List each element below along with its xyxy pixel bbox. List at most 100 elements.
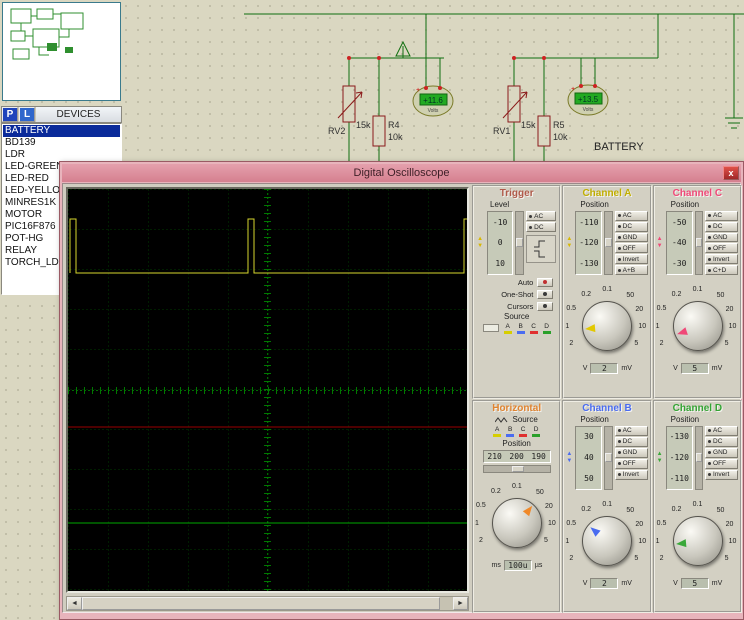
channel-a-invert-button[interactable]: Invert — [614, 254, 648, 265]
horizontal-source-d[interactable]: D — [532, 426, 541, 437]
down-arrow-icon[interactable]: ▼ — [566, 458, 573, 465]
channel-c-ac-button[interactable]: AC — [705, 211, 739, 221]
up-arrow-icon[interactable]: ▲ — [657, 236, 664, 243]
knob-pointer-icon — [675, 538, 687, 548]
pot-rv2[interactable] — [337, 85, 363, 123]
knob-scale-label: 2 — [569, 554, 574, 562]
channel-d-gnd-button[interactable]: GND — [705, 447, 739, 458]
channel-a-gnd-button[interactable]: GND — [614, 232, 648, 243]
resistor-r5[interactable] — [537, 115, 551, 147]
knob-dial[interactable] — [582, 515, 633, 566]
trigger-ac-button[interactable]: AC — [526, 211, 557, 221]
channel-c-off-button[interactable]: OFF — [705, 243, 739, 254]
knob-scale-label: 1 — [475, 519, 479, 527]
horizontal-source-b[interactable]: B — [506, 426, 515, 437]
unit-left-label: V — [582, 365, 588, 372]
up-arrow-icon[interactable]: ▲ — [657, 451, 664, 458]
trigger-cursors-button[interactable] — [537, 301, 554, 311]
library-button[interactable]: L — [19, 107, 35, 122]
scope-scrollbar[interactable]: ◄ ► — [66, 596, 469, 611]
channel-c-sum-button[interactable]: C+D — [705, 265, 739, 275]
knob-scale-label: 0.1 — [692, 286, 703, 293]
voltmeter-2[interactable]: +13.5 Volts + — [567, 84, 609, 116]
down-arrow-icon[interactable]: ▼ — [657, 243, 664, 250]
channel-a-sum-button[interactable]: A+B — [614, 265, 648, 275]
trigger-source-a[interactable]: A — [503, 323, 512, 334]
down-arrow-icon[interactable]: ▼ — [657, 458, 664, 465]
trigger-source-c[interactable]: C — [529, 323, 538, 334]
resistor-r4[interactable] — [372, 115, 386, 147]
channel-a-dc-button[interactable]: DC — [614, 221, 648, 232]
device-item[interactable]: LDR — [3, 149, 120, 161]
channel-b-invert-button[interactable]: Invert — [614, 469, 648, 480]
channel-b-gain-value: 2 — [590, 577, 619, 589]
knob-dial[interactable] — [492, 497, 542, 548]
channel-c-gain-knob[interactable]: 2 1 0.5 0.2 0.1 50 20 10 5 V 5 mV — [655, 278, 740, 374]
trigger-one-shot-button[interactable] — [537, 289, 554, 299]
trigger-edge-selector[interactable] — [526, 235, 557, 263]
timebase-value: 100u — [503, 559, 532, 571]
knob-dial[interactable] — [672, 301, 723, 351]
channel-c-position-slider[interactable] — [694, 211, 704, 275]
scrollbar-thumb[interactable] — [82, 597, 440, 610]
channel-b-gain-knob[interactable]: 2 1 0.5 0.2 0.1 50 20 10 5 V 2 mV — [564, 493, 649, 589]
device-item[interactable]: BD139 — [3, 137, 120, 149]
channel-a-ac-button[interactable]: AC — [614, 211, 648, 221]
horizontal-position-slider[interactable] — [482, 464, 551, 473]
knob-dial[interactable] — [672, 515, 723, 566]
channel-b-dc-button[interactable]: DC — [614, 436, 648, 447]
overview-window[interactable] — [2, 2, 121, 101]
trigger-source-d[interactable]: D — [542, 323, 551, 334]
knob-scale-label: 5 — [544, 536, 548, 544]
down-arrow-icon[interactable]: ▼ — [477, 243, 485, 250]
channel-c-dc-button[interactable]: DC — [705, 221, 739, 232]
scope-trace-display — [68, 189, 467, 591]
up-arrow-icon[interactable]: ▲ — [566, 236, 573, 243]
trigger-level-slider[interactable] — [515, 211, 525, 275]
rv1-value-label: 15k — [521, 120, 536, 130]
channel-d-position-arrows[interactable]: ▲ ▼ — [657, 426, 664, 490]
channel-b-gnd-button[interactable]: GND — [614, 447, 648, 458]
pot-rv1[interactable] — [502, 85, 528, 123]
close-button[interactable]: x — [723, 166, 739, 180]
channel-a-position-slider[interactable] — [604, 211, 613, 275]
up-arrow-icon[interactable]: ▲ — [566, 451, 573, 458]
trigger-auto-button[interactable] — [537, 277, 554, 287]
channel-d-off-button[interactable]: OFF — [705, 458, 739, 469]
trigger-source-b[interactable]: B — [516, 323, 525, 334]
channel-b-off-button[interactable]: OFF — [614, 458, 648, 469]
channel-d-dc-button[interactable]: DC — [705, 436, 739, 447]
channel-a-gain-knob[interactable]: 2 1 0.5 0.2 0.1 50 20 10 5 V 2 mV — [564, 278, 649, 374]
timebase-knob[interactable]: 2 1 0.5 0.2 0.1 50 20 10 5 ms 100u µs — [474, 475, 559, 571]
device-item[interactable]: BATTERY — [3, 125, 120, 137]
channel-b-position-slider[interactable] — [604, 425, 613, 490]
trigger-level-arrows[interactable]: ▲ ▼ — [477, 211, 485, 275]
horizontal-source-a[interactable]: A — [493, 426, 502, 437]
trigger-dc-button[interactable]: DC — [526, 222, 557, 232]
knob-dial[interactable] — [582, 301, 633, 351]
rv1-ref-label: RV1 — [493, 126, 510, 136]
oscilloscope-window: Digital Oscilloscope x ◄ ► Trigger Level… — [59, 161, 744, 620]
channel-d-position-slider[interactable] — [694, 425, 704, 490]
down-arrow-icon[interactable]: ▼ — [566, 243, 573, 250]
knob-scale-label: 10 — [638, 323, 647, 330]
channel-a-off-button[interactable]: OFF — [614, 243, 648, 254]
channel-c-gnd-button[interactable]: GND — [705, 232, 739, 243]
horizontal-source-c[interactable]: C — [519, 426, 528, 437]
scrollbar-track[interactable] — [82, 597, 453, 610]
titlebar[interactable]: Digital Oscilloscope x — [62, 164, 741, 182]
channel-d-gain-knob[interactable]: 2 1 0.5 0.2 0.1 50 20 10 5 V 5 mV — [655, 493, 740, 589]
channel-b-position-arrows[interactable]: ▲ ▼ — [566, 426, 573, 490]
channel-c-invert-button[interactable]: Invert — [705, 254, 739, 265]
scroll-left-button[interactable]: ◄ — [67, 597, 82, 610]
voltmeter-1[interactable]: +11.6 Volts + — [412, 85, 454, 117]
channel-b-ac-button[interactable]: AC — [614, 425, 648, 436]
scroll-right-button[interactable]: ► — [453, 597, 468, 610]
channel-d-invert-button[interactable]: Invert — [705, 469, 739, 480]
channel-a-position-arrows[interactable]: ▲ ▼ — [566, 211, 573, 275]
pick-devices-button[interactable]: P — [2, 107, 18, 122]
channel-d-ac-button[interactable]: AC — [705, 425, 739, 436]
one-shot-label: One-Shot — [501, 289, 534, 299]
channel-c-position-arrows[interactable]: ▲ ▼ — [657, 211, 664, 275]
up-arrow-icon[interactable]: ▲ — [477, 236, 485, 243]
